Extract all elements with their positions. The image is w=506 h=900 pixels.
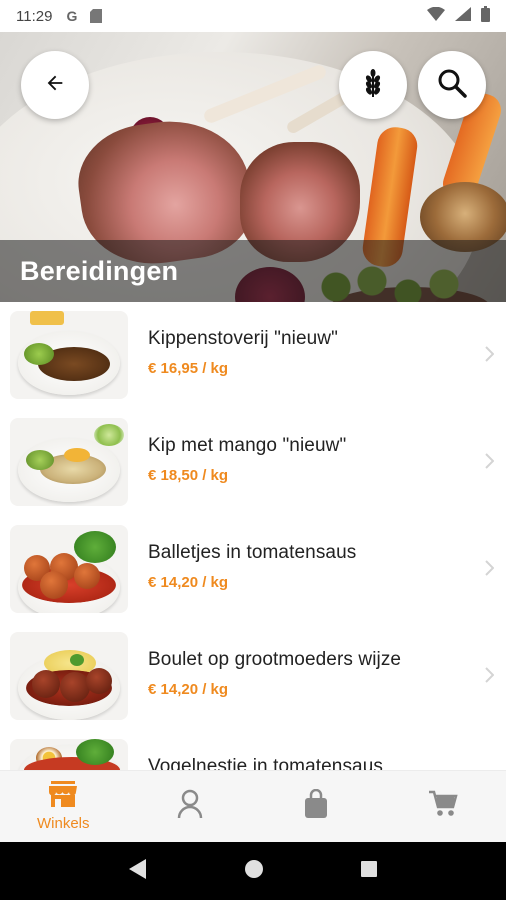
arrow-left-icon [44,72,66,99]
dish-fries [30,311,64,325]
list-item[interactable]: Boulet op grootmoeders wijze € 14,20 / k… [0,623,506,730]
chevron-right-icon [484,453,495,474]
cart-icon [428,790,458,823]
status-time: 11:29 [16,7,53,25]
nav-item-orders[interactable] [253,771,380,842]
nav-item-winkels[interactable]: Winkels [0,771,127,842]
product-price: € 16,95 / kg [148,360,229,377]
status-bar: 11:29 G [0,0,506,32]
product-name: Kip met mango "nieuw" [148,435,347,456]
bottom-navigation: Winkels [0,770,506,842]
nav-item-cart[interactable] [380,771,506,842]
product-price: € 14,20 / kg [148,681,229,698]
chevron-right-icon [484,560,495,581]
back-button[interactable] [21,51,89,119]
dish-herb [76,739,114,765]
system-navigation-bar [0,842,506,900]
wheat-icon [360,68,386,103]
product-thumbnail [10,525,128,613]
signal-icon [455,6,471,26]
list-item[interactable]: Kippenstoverij "nieuw" € 16,95 / kg [0,302,506,409]
product-info: Vogelnestje in tomatensaus [148,756,383,770]
back-triangle-icon[interactable] [128,858,148,885]
list-item[interactable]: Balletjes in tomatensaus € 14,20 / kg [0,516,506,623]
dish-garnish [26,450,54,470]
status-right [427,5,490,27]
dish-herb [70,654,84,666]
store-icon [48,781,78,812]
dish-meatball [74,563,100,589]
product-price: € 18,50 / kg [148,467,229,484]
chevron-right-icon [484,667,495,688]
product-name: Vogelnestje in tomatensaus [148,756,383,770]
product-list[interactable]: Kippenstoverij "nieuw" € 16,95 / kg Kip … [0,302,506,770]
product-thumbnail [10,311,128,399]
dish-meatball [40,571,68,599]
product-info: Kip met mango "nieuw" € 18,50 / kg [148,435,346,484]
sd-card-icon [90,9,104,23]
product-thumbnail [10,632,128,720]
recents-square-icon[interactable] [360,860,378,883]
product-info: Boulet op grootmoeders wijze € 14,20 / k… [148,649,401,698]
dish-garnish [24,343,54,365]
list-item[interactable]: Kip met mango "nieuw" € 18,50 / kg [0,409,506,516]
search-button[interactable] [418,51,486,119]
home-circle-icon[interactable] [244,859,264,884]
search-icon [436,67,468,104]
dish-herb [74,531,116,563]
product-info: Balletjes in tomatensaus € 14,20 / kg [148,542,356,591]
nav-label: Winkels [36,815,90,832]
nav-item-account[interactable] [127,771,254,842]
bag-icon [304,788,328,824]
google-icon: G [66,8,78,24]
allergen-filter-button[interactable] [339,51,407,119]
product-info: Kippenstoverij "nieuw" € 16,95 / kg [148,328,338,377]
page-title: Bereidingen [20,255,179,286]
dish-bowl [94,424,124,446]
dish-meatball [32,670,60,698]
user-icon [177,789,203,824]
product-name: Boulet op grootmoeders wijze [148,649,402,670]
product-name: Balletjes in tomatensaus [148,542,357,563]
hero-title-bar: Bereidingen [0,240,506,302]
product-name: Kippenstoverij "nieuw" [148,328,338,349]
chevron-right-icon [484,346,495,367]
product-thumbnail [10,739,128,770]
product-price: € 14,20 / kg [148,574,229,591]
dish-mango [64,448,90,462]
battery-icon [481,5,490,27]
wifi-icon [427,6,445,26]
dish-meatball [86,668,112,694]
product-thumbnail [10,418,128,506]
list-item[interactable]: Vogelnestje in tomatensaus [0,730,506,770]
